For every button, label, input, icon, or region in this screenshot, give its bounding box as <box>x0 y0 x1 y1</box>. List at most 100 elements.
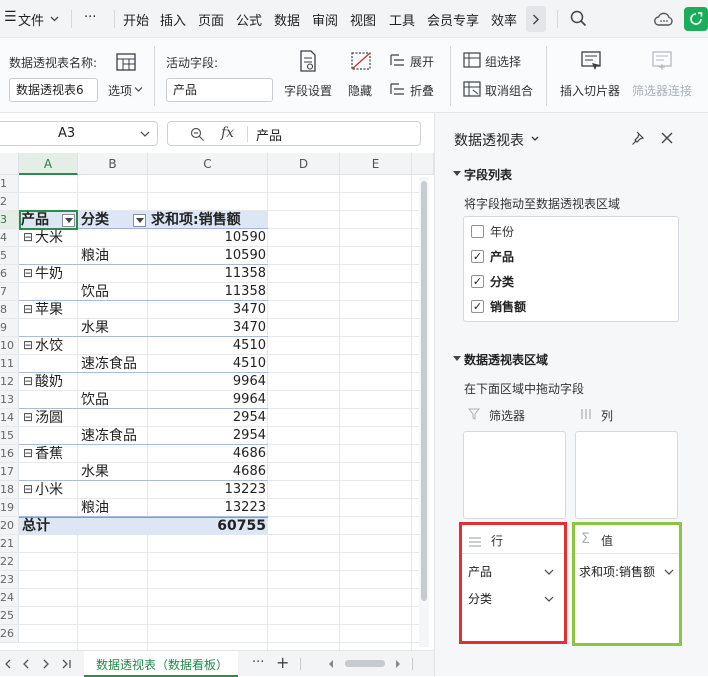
pivot-value-cell[interactable]: 4686 <box>148 445 268 463</box>
tab-formula[interactable]: 公式 <box>236 10 262 29</box>
pivot-value-cell[interactable]: 10590 <box>148 247 268 265</box>
row-header[interactable]: 5 <box>0 247 19 265</box>
fx-icon[interactable]: fx <box>221 125 234 141</box>
file-menu[interactable]: 文件 <box>18 10 44 29</box>
pivot-value-cell[interactable]: 13223 <box>148 499 268 517</box>
field-name-product[interactable]: 产品 <box>490 248 514 265</box>
formula-input[interactable]: fx 产品 <box>167 121 421 146</box>
total-label[interactable]: 总计 <box>22 517 50 535</box>
pivot-category-cell[interactable]: 速冻食品 <box>81 355 137 373</box>
tab-data[interactable]: 数据 <box>274 10 300 29</box>
pivot-value-cell[interactable]: 10590 <box>148 229 268 247</box>
row-header[interactable]: 4 <box>0 229 19 247</box>
field-settings-icon[interactable] <box>298 50 318 72</box>
value-area-box[interactable]: Σ 值 求和项:销售额 <box>572 522 682 646</box>
row-header[interactable]: 6 <box>0 265 19 283</box>
chevron-down-icon[interactable] <box>531 136 539 142</box>
column-header-d[interactable]: D <box>268 153 340 175</box>
options-button[interactable]: 选项 <box>108 82 132 99</box>
tab-efficiency[interactable]: 效率 <box>491 10 517 29</box>
expand-button[interactable]: 展开 <box>410 53 434 70</box>
pivot-value-cell[interactable]: 11358 <box>148 283 268 301</box>
scroll-left-icon[interactable] <box>328 660 334 668</box>
pivot-value-cell[interactable]: 2954 <box>148 409 268 427</box>
cloud-icon[interactable] <box>654 10 673 27</box>
pivot-value-cell[interactable]: 9964 <box>148 391 268 409</box>
last-sheet-icon[interactable] <box>61 659 73 669</box>
name-box[interactable]: A3 <box>0 121 158 146</box>
row-header[interactable]: 17 <box>0 463 19 481</box>
scroll-right-icon[interactable] <box>395 660 401 668</box>
collapse-triangle-icon[interactable] <box>453 356 461 362</box>
spreadsheet-grid[interactable]: A B C D E 1 2 3 4 5 6 7 8 9 10 11 12 13 … <box>0 153 434 650</box>
add-sheet-button[interactable]: + <box>276 653 289 672</box>
pivot-category-cell[interactable]: 水果 <box>81 463 109 481</box>
row-area-box[interactable]: 行 产品 分类 <box>459 522 567 644</box>
pivot-category-cell[interactable]: 水果 <box>81 319 109 337</box>
row-header[interactable]: 20 <box>0 517 19 535</box>
row-header[interactable]: 19 <box>0 499 19 517</box>
sheet-tab-active[interactable]: 数据透视表（数据看板） <box>84 651 238 677</box>
pivot-header-category[interactable]: 分类 <box>81 211 109 229</box>
column-header-a[interactable]: A <box>19 153 78 175</box>
field-name-year[interactable]: 年份 <box>490 223 514 240</box>
pivot-product-cell[interactable]: 汤圆 <box>35 409 63 427</box>
column-area-box[interactable] <box>575 431 678 519</box>
pivot-value-cell[interactable]: 13223 <box>148 481 268 499</box>
collapse-button[interactable]: ⊟ <box>23 339 35 351</box>
ungroup-icon[interactable] <box>463 81 481 97</box>
pivot-name-input[interactable]: 数据透视表6 <box>9 78 98 102</box>
pivot-value-cell[interactable]: 2954 <box>148 427 268 445</box>
row-header[interactable]: 11 <box>0 355 19 373</box>
column-header-e[interactable]: E <box>340 153 412 175</box>
expand-icon[interactable] <box>390 53 406 67</box>
row-header[interactable]: 26 <box>0 625 19 643</box>
pivot-product-cell[interactable]: 大米 <box>35 229 63 247</box>
chevron-down-icon[interactable] <box>140 131 150 138</box>
collapse-button[interactable]: ⊟ <box>23 303 35 315</box>
tab-page[interactable]: 页面 <box>198 10 224 29</box>
row-header[interactable]: 25 <box>0 607 19 625</box>
pivot-value-cell[interactable]: 9964 <box>148 373 268 391</box>
pin-icon[interactable] <box>631 130 647 146</box>
column-header-c[interactable]: C <box>148 153 268 175</box>
share-button[interactable] <box>684 7 708 31</box>
pivot-value-cell[interactable]: 11358 <box>148 265 268 283</box>
total-value[interactable]: 60755 <box>148 517 268 535</box>
tabs-next-button[interactable] <box>526 6 546 32</box>
row-header[interactable]: 16 <box>0 445 19 463</box>
pivot-value-cell[interactable]: 4686 <box>148 463 268 481</box>
pivot-category-cell[interactable]: 饮品 <box>81 283 109 301</box>
row-header[interactable]: 9 <box>0 319 19 337</box>
product-filter-dropdown[interactable] <box>62 214 75 227</box>
pivot-category-cell[interactable]: 速冻食品 <box>81 427 137 445</box>
first-sheet-icon[interactable] <box>4 659 12 669</box>
horizontal-scrollbar-thumb[interactable] <box>345 660 385 667</box>
collapse-button[interactable]: ⊟ <box>23 375 35 387</box>
scrollbar-thumb[interactable] <box>421 181 427 601</box>
row-header[interactable]: 23 <box>0 571 19 589</box>
field-checkbox-sales[interactable]: ✓ <box>471 300 484 313</box>
active-field-input[interactable]: 产品 <box>166 78 273 102</box>
row-header[interactable]: 15 <box>0 427 19 445</box>
next-sheet-icon[interactable] <box>42 659 50 669</box>
collapse-button[interactable]: ⊟ <box>23 231 35 243</box>
prev-sheet-icon[interactable] <box>22 659 30 669</box>
row-header[interactable]: 12 <box>0 373 19 391</box>
chevron-down-icon[interactable] <box>544 596 554 603</box>
chevron-down-icon[interactable] <box>50 15 59 23</box>
collapse-triangle-icon[interactable] <box>453 171 461 177</box>
field-checkbox-product[interactable]: ✓ <box>471 250 484 263</box>
pivot-table-icon[interactable] <box>115 52 137 72</box>
chevron-down-icon[interactable] <box>664 569 674 576</box>
collapse-icon[interactable] <box>390 82 406 96</box>
category-filter-dropdown[interactable] <box>133 214 146 227</box>
field-settings-button[interactable]: 字段设置 <box>284 82 332 99</box>
tab-insert[interactable]: 插入 <box>160 10 186 29</box>
tab-home[interactable]: 开始 <box>123 10 149 29</box>
filter-area-box[interactable] <box>463 431 566 519</box>
field-checkbox-category[interactable]: ✓ <box>471 275 484 288</box>
row-header[interactable]: 3 <box>0 211 19 229</box>
row-header[interactable]: 1 <box>0 175 19 193</box>
pivot-header-product[interactable]: 产品 <box>21 211 49 229</box>
